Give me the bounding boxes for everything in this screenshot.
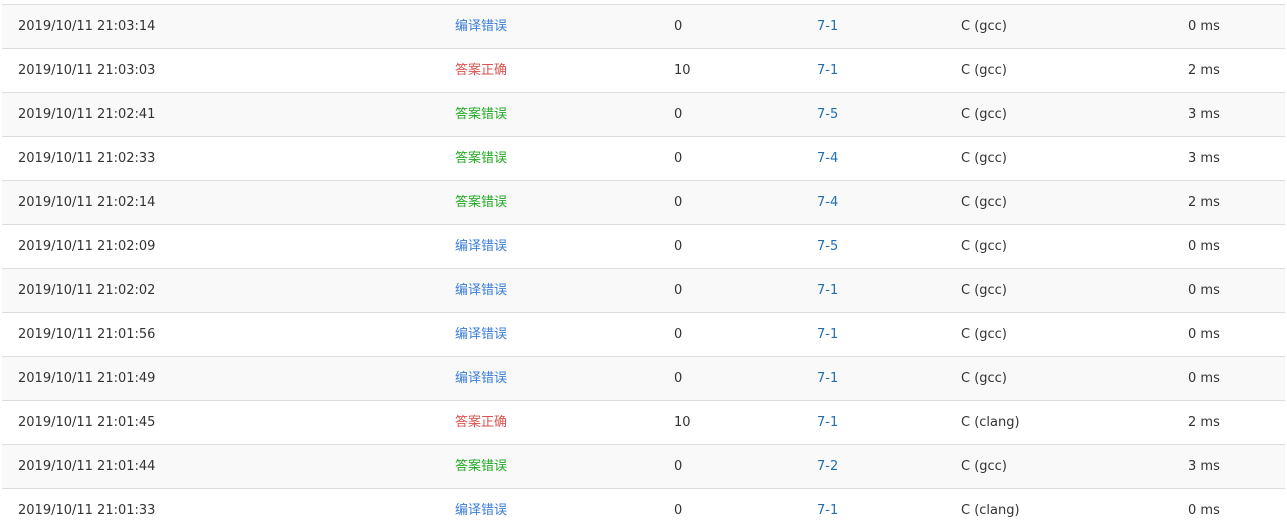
- status-link[interactable]: 答案正确: [455, 401, 507, 444]
- run-time: 0 ms: [1188, 371, 1220, 386]
- submit-time: 2019/10/11 21:02:09: [18, 239, 156, 254]
- submit-time: 2019/10/11 21:02:02: [18, 283, 156, 298]
- score: 0: [674, 503, 683, 518]
- score: 10: [674, 415, 691, 430]
- problem-link[interactable]: 7-1: [817, 49, 838, 92]
- run-time: 2 ms: [1188, 415, 1220, 430]
- status-link[interactable]: 编译错误: [455, 269, 507, 312]
- run-time: 0 ms: [1188, 327, 1220, 342]
- run-time: 0 ms: [1188, 503, 1220, 518]
- submit-time: 2019/10/11 21:01:49: [18, 371, 156, 386]
- run-time: 3 ms: [1188, 459, 1220, 474]
- language: C (gcc): [961, 63, 1007, 78]
- submit-time: 2019/10/11 21:03:14: [18, 19, 156, 34]
- language: C (gcc): [961, 151, 1007, 166]
- language: C (gcc): [961, 195, 1007, 210]
- table-row: 2019/10/11 21:03:03 答案正确 10 7-1 C (gcc) 2 ms: [2, 49, 1285, 93]
- score: 0: [674, 327, 683, 342]
- status-link[interactable]: 答案错误: [455, 445, 507, 488]
- submissions-table: 2019/10/11 21:03:14 编译错误 0 7-1 C (gcc) 0 ms 20…: [0, 0, 1287, 532]
- submit-time: 2019/10/11 21:02:33: [18, 151, 156, 166]
- score: 0: [674, 459, 683, 474]
- submit-time: 2019/10/11 21:02:14: [18, 195, 156, 210]
- problem-link[interactable]: 7-1: [817, 489, 838, 532]
- run-time: 0 ms: [1188, 19, 1220, 34]
- score: 0: [674, 107, 683, 122]
- run-time: 2 ms: [1188, 63, 1220, 78]
- run-time: 3 ms: [1188, 107, 1220, 122]
- run-time: 0 ms: [1188, 239, 1220, 254]
- problem-link[interactable]: 7-4: [817, 181, 838, 224]
- table-row: 2019/10/11 21:01:33 编译错误 0 7-1 C (clang) 0 ms: [2, 489, 1285, 532]
- status-link[interactable]: 答案错误: [455, 137, 507, 180]
- problem-link[interactable]: 7-4: [817, 137, 838, 180]
- problem-link[interactable]: 7-1: [817, 401, 838, 444]
- language: C (gcc): [961, 327, 1007, 342]
- table-row: 2019/10/11 21:02:02 编译错误 0 7-1 C (gcc) 0 ms: [2, 269, 1285, 313]
- status-link[interactable]: 编译错误: [455, 357, 507, 400]
- run-time: 3 ms: [1188, 151, 1220, 166]
- problem-link[interactable]: 7-1: [817, 357, 838, 400]
- table-row: 2019/10/11 21:03:14 编译错误 0 7-1 C (gcc) 0 ms: [2, 5, 1285, 49]
- submit-time: 2019/10/11 21:01:56: [18, 327, 156, 342]
- submit-time: 2019/10/11 21:02:41: [18, 107, 156, 122]
- table-row: 2019/10/11 21:02:14 答案错误 0 7-4 C (gcc) 2 ms: [2, 181, 1285, 225]
- problem-link[interactable]: 7-2: [817, 445, 838, 488]
- table-row: 2019/10/11 21:01:45 答案正确 10 7-1 C (clang) 2 m…: [2, 401, 1285, 445]
- submissions-table-body: 2019/10/11 21:03:14 编译错误 0 7-1 C (gcc) 0 ms 20…: [2, 4, 1285, 532]
- language: C (gcc): [961, 459, 1007, 474]
- score: 0: [674, 195, 683, 210]
- submit-time: 2019/10/11 21:03:03: [18, 63, 156, 78]
- table-row: 2019/10/11 21:02:09 编译错误 0 7-5 C (gcc) 0 ms: [2, 225, 1285, 269]
- submit-time: 2019/10/11 21:01:33: [18, 503, 156, 518]
- run-time: 0 ms: [1188, 283, 1220, 298]
- language: C (gcc): [961, 19, 1007, 34]
- score: 0: [674, 283, 683, 298]
- language: C (clang): [961, 415, 1020, 430]
- score: 0: [674, 151, 683, 166]
- status-link[interactable]: 编译错误: [455, 225, 507, 268]
- status-link[interactable]: 编译错误: [455, 489, 507, 532]
- status-link[interactable]: 编译错误: [455, 313, 507, 356]
- status-link[interactable]: 答案错误: [455, 181, 507, 224]
- problem-link[interactable]: 7-1: [817, 269, 838, 312]
- problem-link[interactable]: 7-5: [817, 93, 838, 136]
- score: 0: [674, 19, 683, 34]
- submit-time: 2019/10/11 21:01:45: [18, 415, 156, 430]
- problem-link[interactable]: 7-1: [817, 313, 838, 356]
- score: 0: [674, 371, 683, 386]
- status-link[interactable]: 答案正确: [455, 49, 507, 92]
- table-row: 2019/10/11 21:02:41 答案错误 0 7-5 C (gcc) 3 ms: [2, 93, 1285, 137]
- language: C (gcc): [961, 107, 1007, 122]
- table-row: 2019/10/11 21:01:49 编译错误 0 7-1 C (gcc) 0 ms: [2, 357, 1285, 401]
- language: C (gcc): [961, 239, 1007, 254]
- language: C (gcc): [961, 371, 1007, 386]
- score: 0: [674, 239, 683, 254]
- table-row: 2019/10/11 21:02:33 答案错误 0 7-4 C (gcc) 3 ms: [2, 137, 1285, 181]
- language: C (gcc): [961, 283, 1007, 298]
- problem-link[interactable]: 7-5: [817, 225, 838, 268]
- language: C (clang): [961, 503, 1020, 518]
- status-link[interactable]: 编译错误: [455, 5, 507, 48]
- status-link[interactable]: 答案错误: [455, 93, 507, 136]
- problem-link[interactable]: 7-1: [817, 5, 838, 48]
- table-row: 2019/10/11 21:01:44 答案错误 0 7-2 C (gcc) 3 ms: [2, 445, 1285, 489]
- score: 10: [674, 63, 691, 78]
- run-time: 2 ms: [1188, 195, 1220, 210]
- table-row: 2019/10/11 21:01:56 编译错误 0 7-1 C (gcc) 0 ms: [2, 313, 1285, 357]
- submit-time: 2019/10/11 21:01:44: [18, 459, 156, 474]
